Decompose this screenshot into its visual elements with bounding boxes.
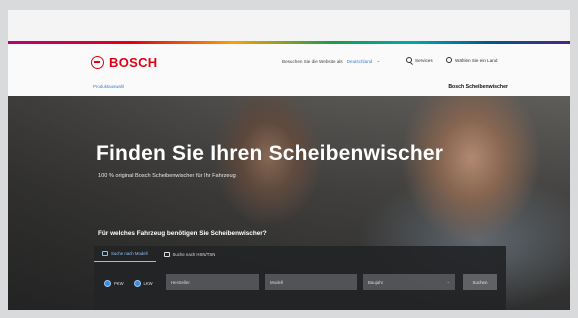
car-icon <box>102 251 108 256</box>
breadcrumb[interactable]: Produktauswahl <box>93 84 124 89</box>
region-label: Wählen Sie ein Land <box>455 57 498 63</box>
radio-lkw[interactable]: LKW <box>133 279 153 287</box>
radio-indicator <box>104 279 111 287</box>
page-title: Bosch Scheibenwischer <box>448 84 508 90</box>
hero-banner: Finden Sie Ihren Scheibenwischer 100 % o… <box>8 96 570 310</box>
chevron-down-icon: ⌄ <box>376 58 381 64</box>
region-link[interactable]: Wählen Sie ein Land <box>446 57 497 63</box>
visit-prompt: Besuchen Sie die Website als <box>282 58 343 64</box>
model-select[interactable]: Modell <box>265 274 357 290</box>
radio-label: PKW <box>114 280 124 286</box>
country-value[interactable]: Deutschland <box>347 59 373 64</box>
radio-pkw[interactable]: PKW <box>104 279 124 287</box>
wiper-search-panel: Suche nach Modell Suche nach HSN/TSN PKW… <box>94 246 506 310</box>
search-link[interactable]: Services <box>406 57 433 63</box>
hero-headline: Finden Sie Ihren Scheibenwischer <box>96 142 444 165</box>
radio-label: LKW <box>143 280 153 286</box>
vehicle-question: Für welches Fahrzeug benötigen Sie Schei… <box>98 230 267 237</box>
manufacturer-select[interactable]: Hersteller <box>166 274 259 290</box>
document-icon <box>163 251 170 257</box>
search-label: Services <box>415 57 433 63</box>
search-icon <box>406 57 412 63</box>
browser-screen: BOSCH Besuchen Sie die Website als Deuts… <box>8 10 570 310</box>
year-select[interactable]: Baujahr ⌄ <box>363 274 455 290</box>
tab-label: Suche nach Modell <box>111 251 148 256</box>
site-header: BOSCH Besuchen Sie die Website als Deuts… <box>8 44 570 96</box>
bosch-logo[interactable]: BOSCH <box>91 55 157 70</box>
tab-hsn-search[interactable]: Suche nach HSN/TSN <box>156 246 224 262</box>
hero-subline: 100 % original Bosch Scheibenwischer für… <box>98 173 236 179</box>
bosch-armature-icon <box>91 56 104 69</box>
search-form: PKW LKW Hersteller Modell Baujahr ⌄ Such… <box>94 274 506 292</box>
field-placeholder: Baujahr <box>368 279 384 285</box>
radio-indicator <box>133 279 141 287</box>
field-placeholder: Hersteller <box>171 279 190 285</box>
tab-model-search[interactable]: Suche nach Modell <box>94 246 156 262</box>
search-button[interactable]: Suchen <box>463 274 497 290</box>
globe-icon <box>446 57 452 63</box>
country-selector[interactable]: Besuchen Sie die Website als Deutschland… <box>282 58 380 64</box>
chevron-down-icon: ⌄ <box>446 279 450 284</box>
brand-name: BOSCH <box>109 55 158 70</box>
search-tabs: Suche nach Modell Suche nach HSN/TSN <box>94 246 506 262</box>
field-placeholder: Modell <box>270 279 283 285</box>
tab-label: Suche nach HSN/TSN <box>172 251 216 257</box>
